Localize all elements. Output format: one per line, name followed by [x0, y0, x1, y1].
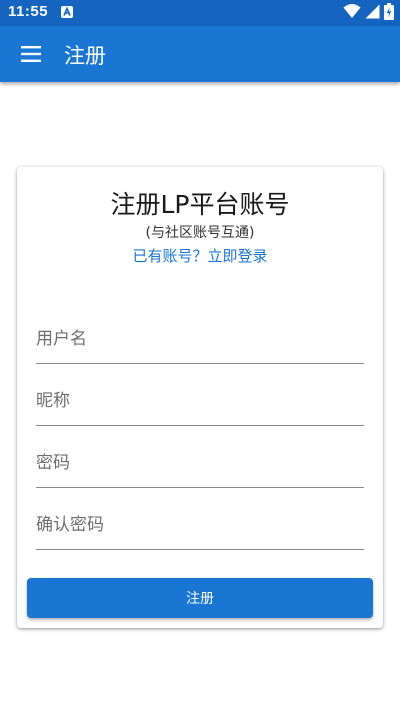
- card-title: 注册LP平台账号: [110, 190, 290, 219]
- password-field: [36, 438, 364, 488]
- nickname-field: [36, 376, 364, 426]
- status-bar: 11:55: [0, 0, 400, 26]
- menu-icon[interactable]: [20, 43, 44, 65]
- notification-a-icon: [61, 6, 73, 18]
- username-field: [36, 314, 364, 364]
- signal-icon: [365, 4, 380, 23]
- status-icons: [343, 2, 394, 24]
- confirm-password-field: [36, 500, 364, 550]
- login-link[interactable]: 已有账号？立即登录: [17, 245, 383, 266]
- app-bar: 注册: [0, 26, 400, 82]
- battery-charging-icon: [384, 2, 394, 24]
- password-input[interactable]: [36, 453, 364, 473]
- wifi-icon: [343, 3, 361, 23]
- page-title: 注册: [64, 44, 106, 68]
- confirm-password-input[interactable]: [36, 515, 364, 535]
- nickname-input[interactable]: [36, 391, 364, 411]
- status-time: 11:55: [8, 3, 49, 20]
- register-button[interactable]: 注册: [27, 578, 373, 618]
- register-card: 注册LP平台账号 (与社区账号互通) 已有账号？立即登录 注册: [17, 167, 383, 628]
- username-input[interactable]: [36, 329, 364, 349]
- card-subtitle: (与社区账号互通): [145, 225, 255, 241]
